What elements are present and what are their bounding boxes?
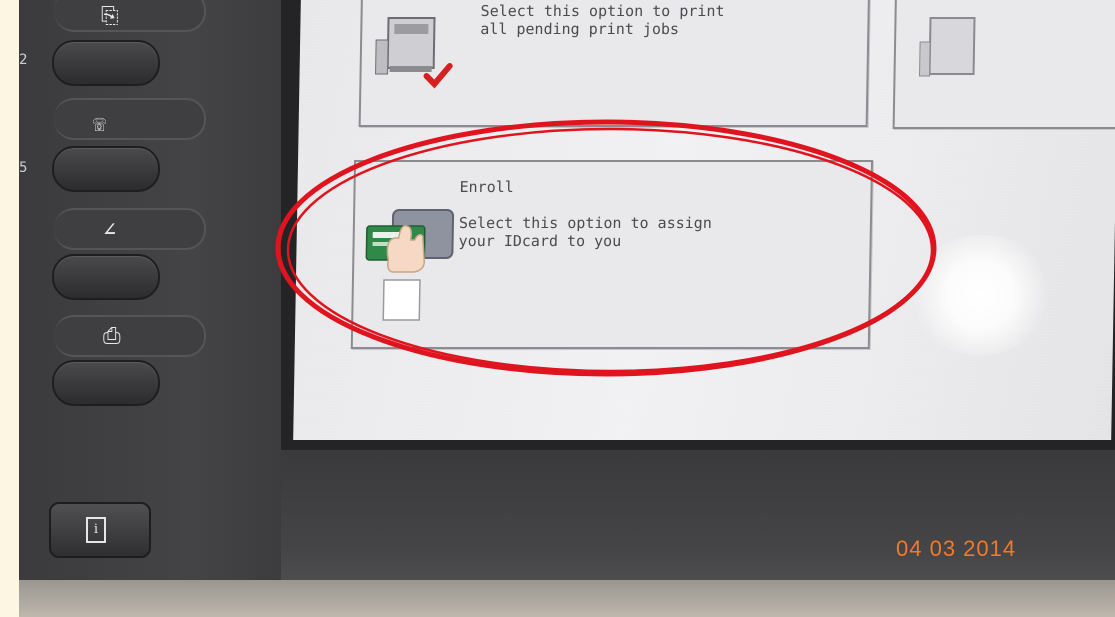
highlight-ellipse-annotation [275, 119, 937, 377]
